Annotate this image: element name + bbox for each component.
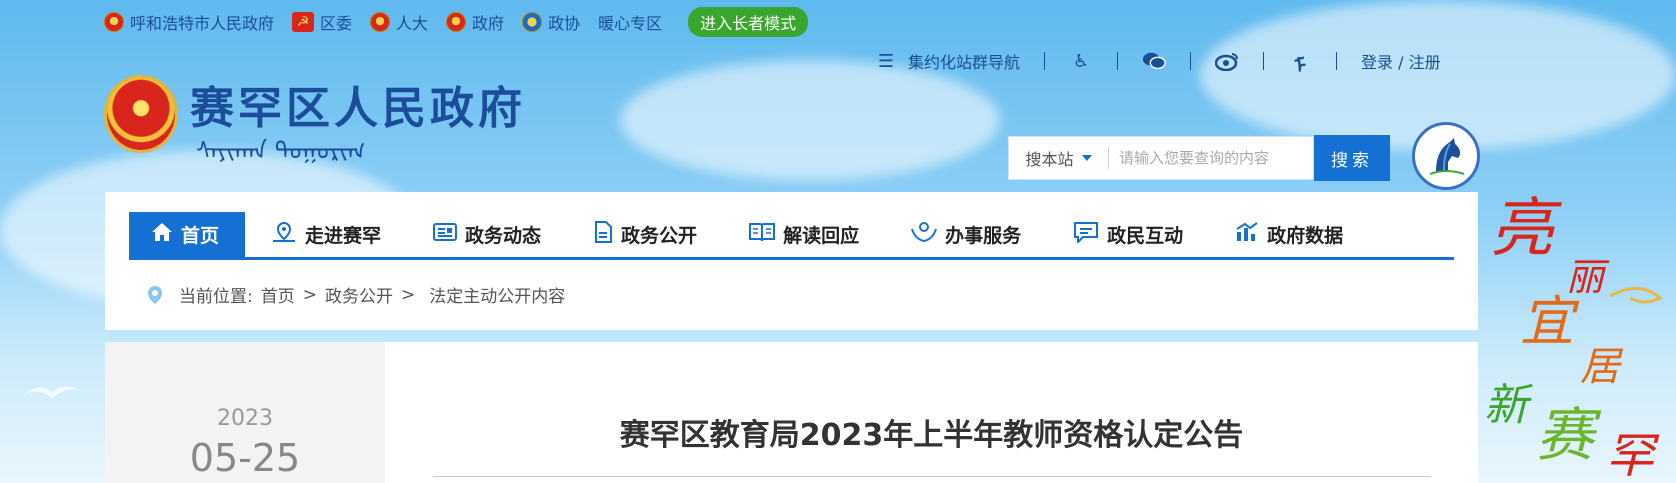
top-links-bar: 呼和浩特市人民政府 ☭ 区委 人大 政府 政协 暖心专区 进入长者模式 <box>104 7 809 37</box>
slogan-char: 罕 <box>1606 428 1660 483</box>
nav-gov-disclosure[interactable]: 政务公开 <box>567 212 723 257</box>
divider <box>1263 52 1265 70</box>
nav-label: 政府数据 <box>1267 225 1344 247</box>
article-title: 赛罕区教育局2023年上半年教师资格认定公告 <box>619 418 1244 453</box>
breadcrumb-prefix: 当前位置: <box>179 287 253 307</box>
book-icon <box>749 222 776 247</box>
mongolian-language-icon[interactable]: ᠮ <box>1288 50 1312 78</box>
slogan-char: 居 <box>1580 344 1624 390</box>
nav-label: 解读回应 <box>783 225 860 247</box>
link-label: 暖心专区 <box>598 14 663 33</box>
nav-gov-data[interactable]: 政府数据 <box>1209 212 1369 257</box>
slogan-char: 宜 <box>1520 290 1580 353</box>
hands-icon <box>911 221 938 248</box>
link-label: 政协 <box>548 14 581 33</box>
emblem-icon <box>370 12 391 32</box>
background-cloud <box>620 60 1000 180</box>
publish-year: 2023 <box>217 406 273 431</box>
search-scope-label: 搜本站 <box>1025 150 1074 169</box>
main-nav-panel: 首页 走进赛罕 政务动态 政务公开 解读回应 办事服务 政民互动 政府数据 当前… <box>105 192 1478 330</box>
breadcrumb-separator: > <box>302 284 317 305</box>
nav-about-saihan[interactable]: 走进赛罕 <box>245 212 407 257</box>
site-group-nav-link[interactable]: 集约化站群导航 <box>908 49 1020 73</box>
nav-home[interactable]: 首页 <box>129 212 246 257</box>
accessibility-icon[interactable]: ♿ <box>1069 50 1093 72</box>
party-icon: ☭ <box>292 12 315 32</box>
search-box: 搜本站 <box>1008 136 1314 180</box>
horse-logo-badge[interactable] <box>1412 122 1480 190</box>
menu-icon: ☰ <box>877 50 895 72</box>
bird-decoration-icon <box>24 386 80 398</box>
nav-gov-news[interactable]: 政务动态 <box>407 212 567 257</box>
breadcrumb-current[interactable]: 法定主动公开内容 <box>429 282 565 307</box>
link-cppcc[interactable]: 政协 <box>522 10 580 34</box>
breadcrumb-disclosure[interactable]: 政务公开 <box>325 282 393 307</box>
slogan-char: 亮 <box>1490 192 1562 266</box>
nav-label: 办事服务 <box>945 225 1022 247</box>
national-emblem-logo <box>104 75 178 153</box>
divider <box>1044 52 1046 70</box>
divider <box>1336 52 1338 70</box>
publish-date-box: 2023 05-25 <box>105 342 385 483</box>
link-hohhot-gov[interactable]: 呼和浩特市人民政府 <box>104 10 274 34</box>
wechat-icon[interactable] <box>1142 50 1166 72</box>
document-icon <box>593 221 613 248</box>
title-divider <box>433 476 1431 477</box>
bar-chart-icon <box>1235 222 1259 247</box>
breadcrumb: 当前位置: 首页 > 政务公开 > 法定主动公开内容 <box>147 282 565 307</box>
link-npc[interactable]: 人大 <box>370 10 428 34</box>
link-warm-zone[interactable]: 暖心专区 <box>598 10 662 34</box>
link-label: 呼和浩特市人民政府 <box>130 14 275 33</box>
link-label: 政府 <box>472 14 505 33</box>
map-pin-icon <box>271 221 297 248</box>
divider <box>1190 52 1192 70</box>
header-nav: ☰ 集约化站群导航 ♿ ᠮ 登录 / 注册 <box>874 46 1441 78</box>
slogan-char: 赛 <box>1536 401 1602 469</box>
search-scope-select[interactable]: 搜本站 <box>1009 147 1109 169</box>
link-government[interactable]: 政府 <box>446 10 504 34</box>
link-label: 人大 <box>396 14 429 33</box>
breadcrumb-separator: > <box>400 284 416 305</box>
home-icon <box>151 222 173 247</box>
slogan-art: 亮 丽 宜 居 新 赛 罕 <box>1484 192 1663 483</box>
emblem-icon <box>104 12 124 32</box>
weibo-icon[interactable] <box>1215 50 1239 72</box>
nav-label: 首页 <box>181 225 220 247</box>
nav-label: 政务动态 <box>465 225 542 247</box>
caret-down-icon <box>1081 155 1092 161</box>
news-icon <box>433 222 458 247</box>
nav-interpretation[interactable]: 解读回应 <box>723 212 885 257</box>
divider <box>1117 52 1119 70</box>
search-button[interactable]: 搜索 <box>1314 135 1390 181</box>
publish-date: 05-25 <box>189 436 301 480</box>
main-nav: 首页 走进赛罕 政务动态 政务公开 解读回应 办事服务 政民互动 政府数据 <box>129 212 1454 260</box>
nav-interaction[interactable]: 政民互动 <box>1047 212 1209 257</box>
slogan-calligraphy: 亮 丽 宜 居 新 赛 罕 <box>1480 180 1676 483</box>
site-title-mongolian: ᠰᠠᠶᠢᠬᠠᠨ ᠲᠣᠭᠣᠷᠢᠭ <box>196 137 366 165</box>
location-pin-icon <box>147 285 163 305</box>
article-container: 赛罕区教育局2023年上半年教师资格认定公告 <box>385 342 1478 483</box>
chat-icon <box>1073 221 1099 248</box>
link-district-committee[interactable]: ☭ 区委 <box>292 10 352 34</box>
nav-services[interactable]: 办事服务 <box>885 212 1047 257</box>
nav-label: 政民互动 <box>1107 225 1184 247</box>
cppcc-icon <box>522 12 543 32</box>
nav-label: 政务公开 <box>621 225 698 247</box>
nav-label: 走进赛罕 <box>305 225 382 247</box>
login-register-link[interactable]: 登录 / 注册 <box>1361 49 1441 73</box>
elder-mode-button[interactable]: 进入长者模式 <box>688 7 809 37</box>
link-label: 区委 <box>320 14 353 33</box>
emblem-icon <box>446 12 467 32</box>
search-input[interactable] <box>1109 149 1313 167</box>
breadcrumb-home[interactable]: 首页 <box>261 282 295 307</box>
slogan-char: 新 <box>1484 380 1534 431</box>
horse-icon <box>1429 138 1465 175</box>
